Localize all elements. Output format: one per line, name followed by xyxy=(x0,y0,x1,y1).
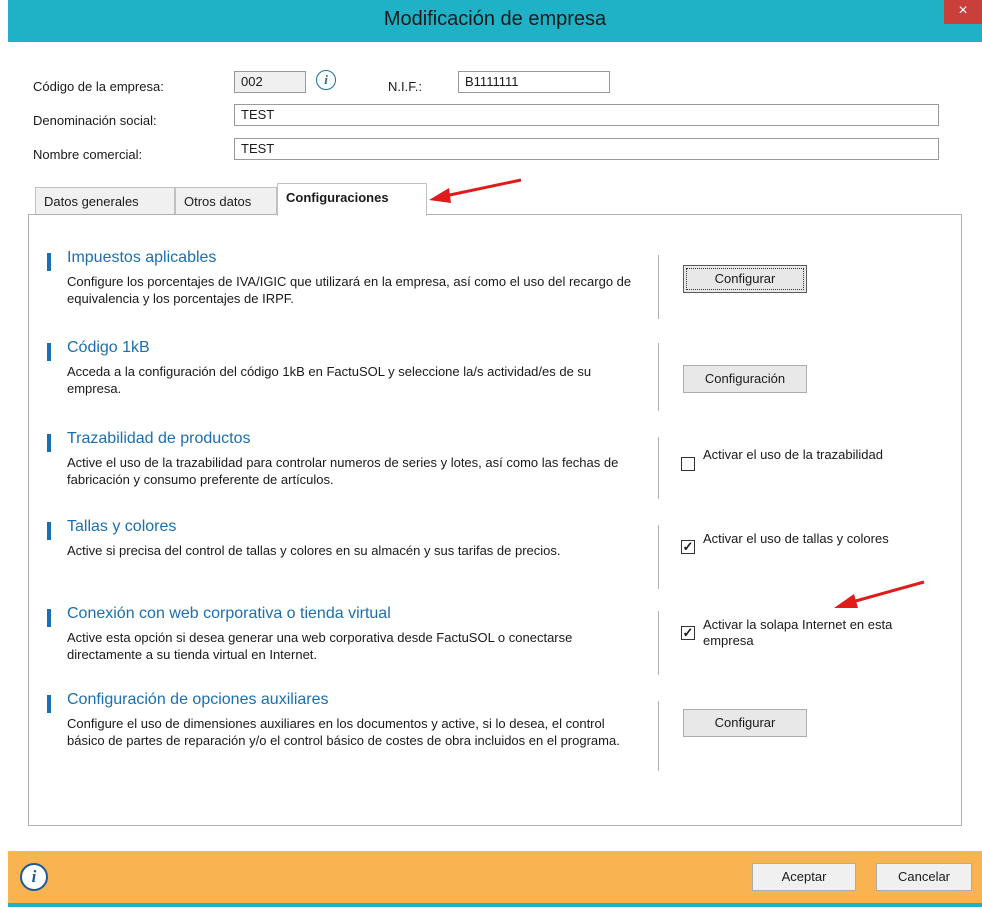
tab-datos-generales[interactable]: Datos generales xyxy=(35,187,175,215)
title-bar: Modificación de empresa × xyxy=(8,0,982,42)
footer-bar: i Aceptar Cancelar xyxy=(8,851,982,903)
configurar-auxiliares-button[interactable]: Configurar xyxy=(683,709,807,737)
close-button[interactable]: × xyxy=(944,0,982,24)
aceptar-button[interactable]: Aceptar xyxy=(752,863,856,891)
separator xyxy=(658,343,659,411)
section-description: Configure el uso de dimensiones auxiliar… xyxy=(67,716,620,748)
solapa-internet-checkbox[interactable]: ✓ xyxy=(681,626,695,640)
bottom-accent-line xyxy=(8,903,982,907)
separator xyxy=(658,525,659,589)
info-icon[interactable]: i xyxy=(20,863,48,891)
separator xyxy=(658,437,659,499)
section-marker xyxy=(47,253,51,271)
section-title: Configuración de opciones auxiliares xyxy=(67,691,329,708)
separator xyxy=(658,255,659,319)
trazabilidad-checkbox-label[interactable]: Activar el uso de la trazabilidad xyxy=(703,447,893,463)
section-description: Configure los porcentajes de IVA/IGIC qu… xyxy=(67,274,632,306)
section-title: Tallas y colores xyxy=(67,518,177,535)
separator xyxy=(658,701,659,771)
codigo-label: Código de la empresa: xyxy=(33,79,164,94)
section-description: Acceda a la configuración del código 1kB… xyxy=(67,364,592,396)
tallas-colores-checkbox[interactable]: ✓ xyxy=(681,540,695,554)
trazabilidad-checkbox[interactable] xyxy=(681,457,695,471)
nombre-field[interactable]: TEST xyxy=(234,138,939,160)
cancelar-button[interactable]: Cancelar xyxy=(876,863,972,891)
configuraciones-panel: Impuestos aplicables Configure los porce… xyxy=(28,214,962,826)
section-description: Active esta opción si desea generar una … xyxy=(67,630,573,662)
section-title: Código 1kB xyxy=(67,339,150,356)
nombre-label: Nombre comercial: xyxy=(33,147,143,162)
section-marker xyxy=(47,434,51,452)
nif-label: N.I.F.: xyxy=(388,79,422,94)
tab-otros-datos[interactable]: Otros datos xyxy=(175,187,277,215)
solapa-internet-checkbox-label[interactable]: Activar la solapa Internet en esta empre… xyxy=(703,617,893,649)
section-marker xyxy=(47,609,51,627)
annotation-arrow-tab xyxy=(429,178,522,203)
section-description: Active si precisa del control de tallas … xyxy=(67,543,561,558)
section-title: Trazabilidad de productos xyxy=(67,430,251,447)
section-marker xyxy=(47,695,51,713)
section-marker xyxy=(47,343,51,361)
separator xyxy=(658,611,659,675)
section-description: Active el uso de la trazabilidad para co… xyxy=(67,455,619,487)
nif-field[interactable]: B1111111 xyxy=(458,71,610,93)
denominacion-label: Denominación social: xyxy=(33,113,157,128)
annotation-arrow-checkbox xyxy=(834,580,925,608)
tab-configuraciones[interactable]: Configuraciones xyxy=(277,183,427,216)
configurar-impuestos-button[interactable]: Configurar xyxy=(683,265,807,293)
info-icon[interactable]: i xyxy=(316,70,336,90)
section-title: Impuestos aplicables xyxy=(67,249,217,266)
tallas-colores-checkbox-label[interactable]: Activar el uso de tallas y colores xyxy=(703,531,893,547)
window-title: Modificación de empresa xyxy=(383,8,607,30)
codigo-field[interactable]: 002 xyxy=(234,71,306,93)
section-marker xyxy=(47,522,51,540)
configuracion-1kb-button[interactable]: Configuración xyxy=(683,365,807,393)
section-title: Conexión con web corporativa o tienda vi… xyxy=(67,605,391,622)
denominacion-field[interactable]: TEST xyxy=(234,104,939,126)
